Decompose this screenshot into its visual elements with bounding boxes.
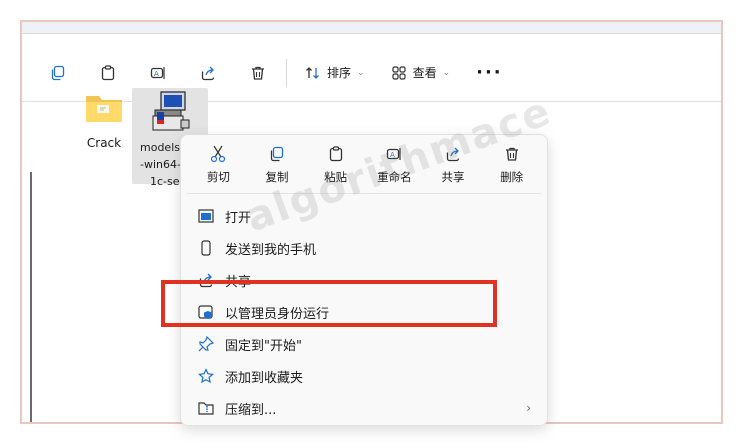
installer-icon: [152, 91, 190, 131]
rename-icon: A: [387, 148, 401, 160]
share-icon: [199, 273, 213, 288]
view-label: 查看: [412, 66, 437, 80]
phone-icon: [201, 240, 211, 256]
left-edge-line: [30, 172, 32, 422]
rename-label: 重命名: [377, 170, 412, 184]
more-options-button[interactable]: ···: [466, 56, 513, 90]
folder-icon: [86, 96, 122, 122]
rename-icon: A: [150, 66, 165, 79]
open-icon: [198, 209, 214, 223]
chevron-down-icon: ⌄: [357, 67, 365, 78]
share-icon: [201, 66, 215, 80]
menu-item-run-as-admin[interactable]: 以管理员身份运行: [181, 296, 547, 328]
menu-item-label: 打开: [225, 210, 252, 226]
cut-button[interactable]: 剪切: [189, 143, 248, 193]
paste-button[interactable]: 粘贴: [306, 143, 365, 193]
sort-icon: [306, 66, 319, 79]
paste-icon: [101, 64, 115, 80]
delete-icon: [252, 66, 264, 80]
copy-icon: [270, 146, 284, 162]
delete-label: 删除: [500, 170, 524, 184]
share-button[interactable]: 共享: [424, 143, 483, 193]
delete-button[interactable]: 删除: [482, 143, 541, 193]
menu-item-add-to-favorites[interactable]: 添加到收藏夹: [181, 360, 547, 392]
rename-button[interactable]: A 重命名: [365, 143, 424, 193]
rename-button[interactable]: A: [136, 56, 180, 90]
shield-icon: [198, 305, 213, 319]
file-name: Crack: [86, 136, 122, 150]
toolbar-divider: [286, 58, 287, 87]
menu-item-open[interactable]: 打开: [181, 200, 547, 232]
sort-button[interactable]: 排序 ⌄: [295, 56, 375, 90]
svg-text:A: A: [154, 70, 159, 78]
paste-icon: [329, 146, 342, 162]
sort-label: 排序: [327, 66, 352, 80]
file-item-crack[interactable]: Crack: [74, 92, 134, 150]
share-icon: [446, 147, 460, 162]
paste-button[interactable]: [86, 56, 130, 90]
delete-button[interactable]: [236, 56, 280, 90]
cut-label: 剪切: [206, 170, 230, 184]
menu-item-label: 固定到"开始": [225, 338, 302, 354]
delete-icon: [505, 147, 518, 161]
svg-text:A: A: [390, 151, 395, 159]
copy-icon: [51, 65, 65, 80]
share-button[interactable]: [186, 56, 230, 90]
context-menu: 剪切 复制 粘贴 A 重命名 共享 删除 打开 发送到我的手机 共享 以管理员身…: [180, 134, 548, 426]
menu-item-share[interactable]: 共享: [181, 264, 547, 296]
menu-item-label: 发送到我的手机: [225, 242, 317, 258]
menu-item-label: 压缩到...: [225, 402, 277, 418]
view-button[interactable]: 查看 ⌄: [381, 56, 461, 90]
star-icon: [198, 368, 214, 384]
paste-label: 粘贴: [324, 170, 348, 184]
menu-item-pin-to-start[interactable]: 固定到"开始": [181, 328, 547, 360]
chevron-down-icon: ⌄: [442, 67, 451, 78]
zip-icon: [198, 402, 214, 415]
copy-button[interactable]: 复制: [248, 143, 307, 193]
menu-item-label: 以管理员身份运行: [225, 306, 330, 322]
title-band: [22, 22, 721, 34]
chevron-right-icon: ›: [526, 401, 531, 415]
copy-label: 复制: [265, 170, 289, 184]
menu-item-compress-to[interactable]: 压缩到... ›: [181, 392, 547, 424]
cut-icon: [211, 145, 226, 163]
menu-item-send-to-phone[interactable]: 发送到我的手机: [181, 232, 547, 264]
quick-actions-row: 剪切 复制 粘贴 A 重命名 共享 删除: [181, 135, 547, 193]
share-label: 共享: [441, 170, 465, 184]
menu-item-label: 添加到收藏夹: [225, 370, 304, 386]
menu-item-label: 共享: [225, 274, 252, 290]
copy-button[interactable]: [36, 56, 80, 90]
pin-icon: [198, 336, 214, 352]
view-grid-icon: [391, 65, 406, 80]
